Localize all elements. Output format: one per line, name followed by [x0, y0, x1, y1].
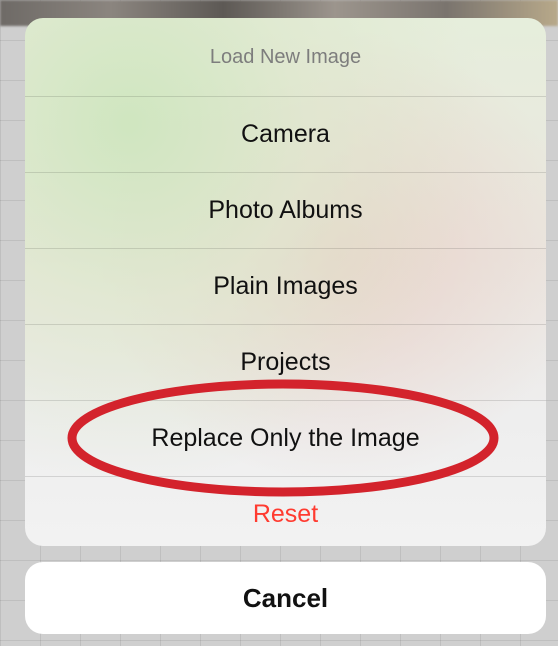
projects-option[interactable]: Projects: [25, 325, 546, 401]
camera-option[interactable]: Camera: [25, 97, 546, 173]
cancel-button[interactable]: Cancel: [25, 562, 546, 634]
action-sheet-title: Load New Image: [25, 18, 546, 97]
action-sheet: Load New Image Camera Photo Albums Plain…: [25, 18, 546, 546]
plain-images-option[interactable]: Plain Images: [25, 249, 546, 325]
replace-only-image-option[interactable]: Replace Only the Image: [25, 401, 546, 477]
photo-albums-option[interactable]: Photo Albums: [25, 173, 546, 249]
reset-option[interactable]: Reset: [25, 477, 546, 546]
